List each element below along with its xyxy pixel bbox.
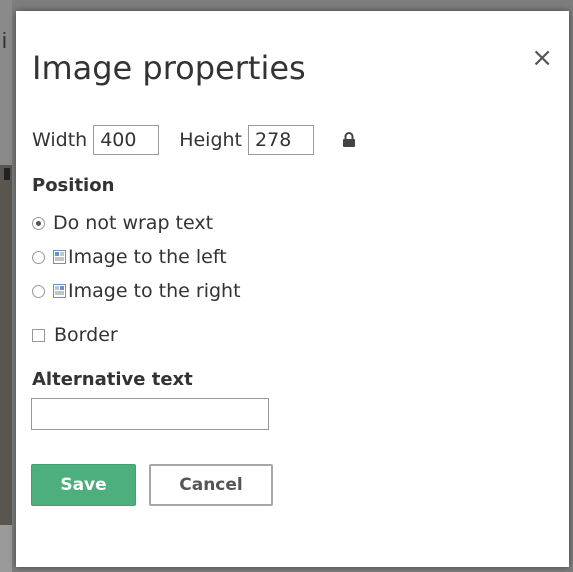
option-image-left[interactable]: Image to the left [32,246,227,268]
alt-text-heading: Alternative text [32,369,193,390]
save-button[interactable]: Save [31,464,136,506]
size-row: Width Height [32,124,356,156]
cancel-button[interactable]: Cancel [149,464,273,506]
border-label: Border [54,324,118,346]
wrap-right-icon [53,284,66,298]
border-checkbox[interactable] [32,328,45,342]
image-right-radio[interactable] [32,284,45,298]
lock-icon[interactable] [342,132,356,148]
background-page [0,0,12,165]
border-option[interactable]: Border [32,324,118,346]
background-image [0,165,12,525]
image-properties-dialog: Image properties × Width Height Position… [16,11,569,567]
background-marker [4,168,10,180]
height-input[interactable] [248,125,315,155]
dialog-title: Image properties [32,49,306,87]
background-text: i [2,28,7,53]
width-input[interactable] [93,125,160,155]
option-image-right[interactable]: Image to the right [32,280,241,302]
no-wrap-radio[interactable] [32,216,45,230]
image-left-radio[interactable] [32,250,45,264]
alt-text-input[interactable] [31,398,269,430]
position-heading: Position [32,175,115,196]
close-icon[interactable]: × [531,45,553,71]
background-footer [0,525,12,572]
width-label: Width [32,129,88,151]
height-label: Height [179,129,243,151]
image-left-label: Image to the left [68,246,227,268]
image-right-label: Image to the right [68,280,241,302]
no-wrap-label: Do not wrap text [53,212,214,234]
option-no-wrap[interactable]: Do not wrap text [32,212,213,234]
wrap-left-icon [53,250,66,264]
